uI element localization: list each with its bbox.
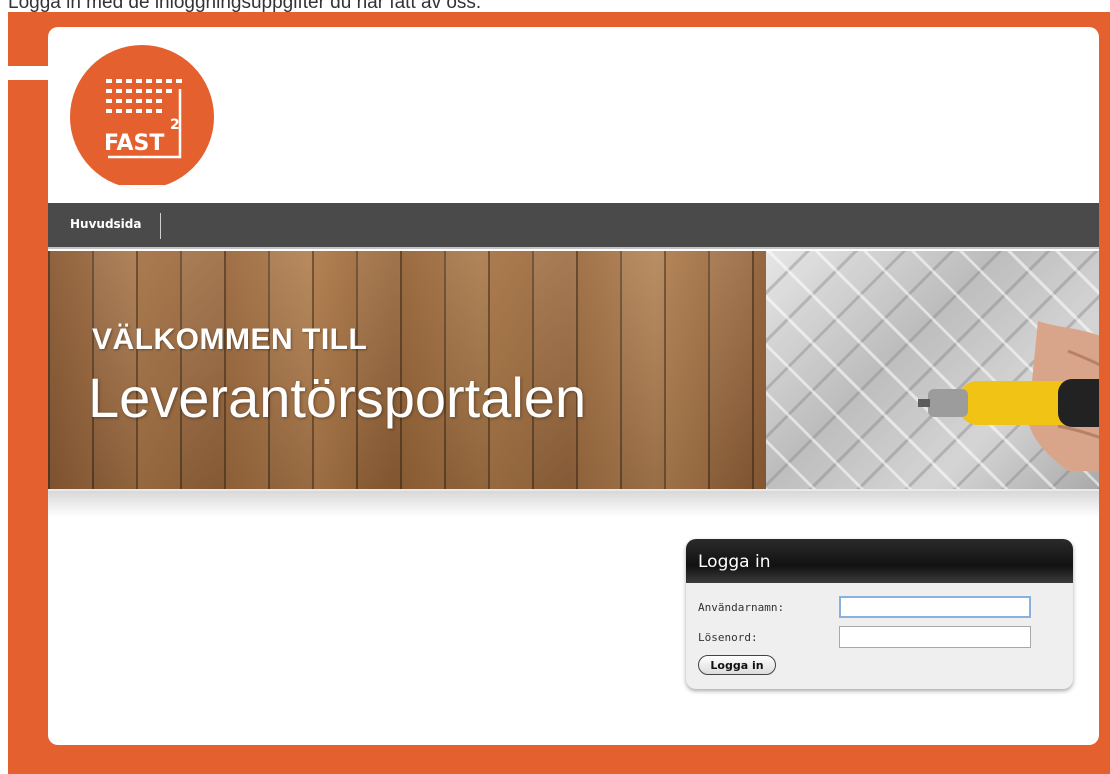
username-input[interactable] <box>839 596 1031 618</box>
logo-superscript: 2 <box>170 117 180 133</box>
portal-page: FAST 2 Huvudsida VÄLKOMMEN TILL Leverant… <box>48 27 1099 745</box>
nav-item-huvudsida[interactable]: Huvudsida <box>70 217 141 231</box>
login-header: Logga in <box>686 539 1073 583</box>
top-navbar: Huvudsida <box>48 203 1099 249</box>
wood-board <box>620 251 664 489</box>
login-title: Logga in <box>698 552 771 572</box>
welcome-banner: VÄLKOMMEN TILL Leverantörsportalen <box>48 251 1099 491</box>
login-box: Logga in Användarnamn: Lösenord: Logga i… <box>686 539 1073 689</box>
banner-shadow <box>48 491 1099 517</box>
password-label: Lösenord: <box>698 631 758 644</box>
logo-text: FAST <box>104 131 165 156</box>
login-button[interactable]: Logga in <box>698 655 776 675</box>
password-input[interactable] <box>839 626 1031 648</box>
fast2-logo: FAST 2 <box>70 45 214 189</box>
username-label: Användarnamn: <box>698 601 785 614</box>
screwdriver-hand-image <box>918 321 1099 471</box>
nav-separator <box>160 213 161 239</box>
frame-tab <box>8 66 50 80</box>
welcome-line: VÄLKOMMEN TILL <box>92 323 368 356</box>
page-caption: Logga in med de inloggningsuppgifter du … <box>8 0 482 12</box>
portal-name: Leverantörsportalen <box>88 366 587 429</box>
logo-clip <box>70 185 214 189</box>
wood-board <box>708 251 752 489</box>
